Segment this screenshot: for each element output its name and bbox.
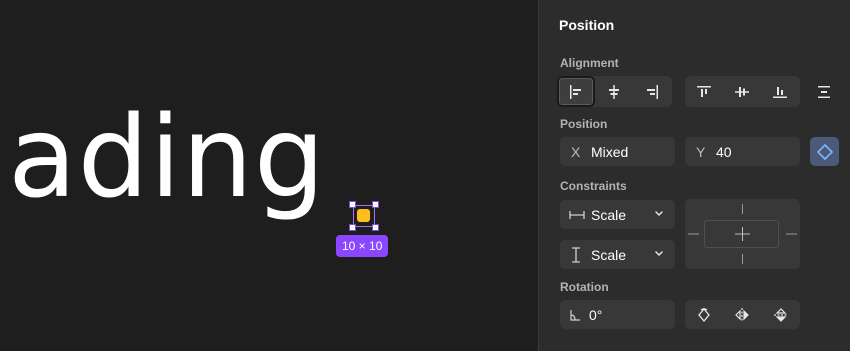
flip-horizontal-icon <box>735 307 750 322</box>
resize-handle-top-left[interactable] <box>349 201 356 208</box>
horizontal-constraint-select[interactable]: Scale <box>560 200 675 229</box>
y-position-field[interactable]: Y 40 <box>685 137 800 166</box>
resize-handle-bottom-left[interactable] <box>349 224 356 231</box>
align-top-button[interactable] <box>685 76 723 107</box>
align-horizontal-center-button[interactable] <box>595 76 633 107</box>
angle-icon <box>570 309 580 321</box>
constraint-inner-box[interactable] <box>704 220 779 248</box>
horizontal-alignment-group <box>557 76 672 107</box>
vertical-constraint-select[interactable]: Scale <box>560 240 675 269</box>
align-top-icon <box>697 85 711 97</box>
chevron-down-icon <box>655 251 663 257</box>
move-arrows-icon <box>816 143 833 160</box>
align-vertical-center-icon <box>735 86 749 97</box>
resize-handle-top-right[interactable] <box>372 201 379 208</box>
y-field-value[interactable]: 40 <box>716 144 732 160</box>
distribute-spacing-icon <box>818 85 830 98</box>
rotate-button[interactable] <box>685 300 723 329</box>
rotation-value[interactable]: 0° <box>589 307 602 323</box>
rotate-icon <box>698 307 711 322</box>
rotation-actions-group <box>685 300 800 329</box>
panel-title: Position <box>559 17 615 33</box>
design-canvas[interactable]: ading 10 × 10 <box>0 0 538 351</box>
align-left-button[interactable] <box>557 76 595 107</box>
x-field-value[interactable]: Mixed <box>591 144 628 160</box>
vertical-constraint-icon <box>572 246 580 263</box>
position-label: Position <box>560 117 608 131</box>
y-field-label: Y <box>696 143 706 160</box>
flip-vertical-icon <box>773 307 788 322</box>
alignment-label: Alignment <box>560 56 619 70</box>
canvas-text-layer[interactable]: ading <box>8 102 326 214</box>
align-horizontal-center-icon <box>609 84 619 99</box>
horizontal-constraint-icon <box>569 210 585 219</box>
size-badge: 10 × 10 <box>336 235 389 257</box>
vertical-constraint-value: Scale <box>591 246 627 263</box>
distribute-spacing-button[interactable] <box>807 76 841 107</box>
align-right-button[interactable] <box>633 76 671 107</box>
flip-horizontal-button[interactable] <box>723 300 761 329</box>
flip-vertical-button[interactable] <box>762 300 800 329</box>
align-right-icon <box>647 84 658 99</box>
constraints-label: Constraints <box>560 179 627 193</box>
x-position-field[interactable]: X Mixed <box>560 137 675 166</box>
align-left-icon <box>570 84 581 99</box>
rotation-field[interactable]: 0° <box>560 300 675 329</box>
move-layer-button[interactable] <box>810 137 839 166</box>
align-bottom-button[interactable] <box>761 76 799 107</box>
properties-panel: Position Alignment Position X Mixed Y 40… <box>538 0 850 351</box>
chevron-down-icon <box>655 211 663 217</box>
selected-layer[interactable] <box>357 209 370 222</box>
selection-box[interactable] <box>349 201 379 231</box>
align-bottom-icon <box>773 86 787 98</box>
vertical-alignment-group <box>685 76 800 107</box>
resize-handle-bottom-right[interactable] <box>372 224 379 231</box>
constraint-widget[interactable] <box>685 199 800 269</box>
rotation-label: Rotation <box>560 280 609 294</box>
align-vertical-center-button[interactable] <box>723 76 761 107</box>
horizontal-constraint-value: Scale <box>591 206 627 223</box>
x-field-label: X <box>571 143 581 160</box>
